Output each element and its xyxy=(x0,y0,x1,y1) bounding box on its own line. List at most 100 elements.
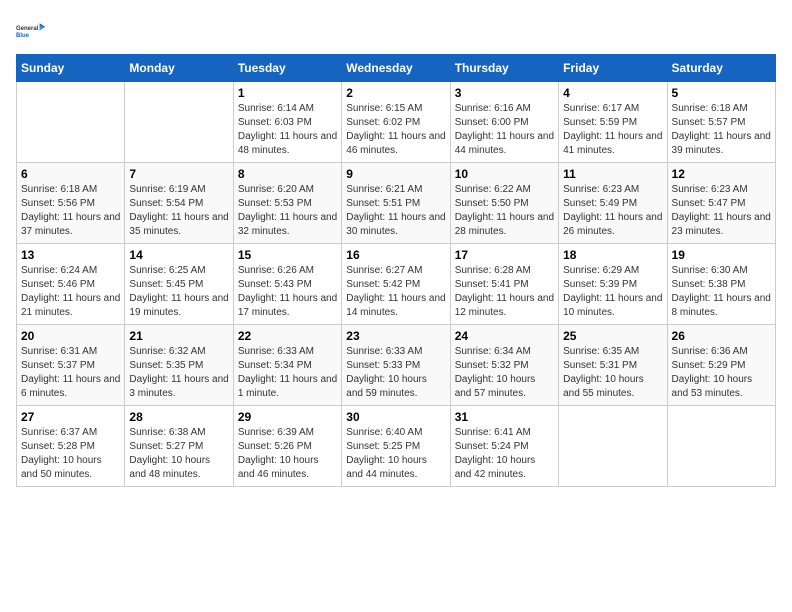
cell-day-number: 28 xyxy=(129,410,228,424)
calendar-cell xyxy=(125,82,233,163)
calendar-cell: 1Sunrise: 6:14 AMSunset: 6:03 PMDaylight… xyxy=(233,82,341,163)
cell-info: Sunrise: 6:15 AMSunset: 6:02 PMDaylight:… xyxy=(346,102,445,158)
cell-info: Sunrise: 6:25 AMSunset: 5:45 PMDaylight:… xyxy=(129,264,228,320)
calendar-cell: 3 Sunrise: 6:16 AMSunset: 6:00 PMDaylight… xyxy=(450,82,558,163)
calendar-cell: 20Sunrise: 6:31 AMSunset: 5:37 PMDayligh… xyxy=(17,325,125,406)
header: GeneralBlue xyxy=(16,16,776,46)
calendar-cell: 24 Sunrise: 6:34 AMSunset: 5:32 PMDayligh… xyxy=(450,325,558,406)
calendar-cell: 4Sunrise: 6:17 AMSunset: 5:59 PMDaylight… xyxy=(559,82,667,163)
cell-day-number: 2 xyxy=(346,86,445,100)
cell-day-number: 15 xyxy=(238,248,337,262)
weekday-header-cell: Wednesday xyxy=(342,55,450,82)
calendar-cell: 5Sunrise: 6:18 AMSunset: 5:57 PMDaylight… xyxy=(667,82,775,163)
cell-day-number: 27 xyxy=(21,410,120,424)
cell-info: Sunrise: 6:23 AMSunset: 5:47 PMDaylight:… xyxy=(672,183,771,239)
weekday-header-cell: Monday xyxy=(125,55,233,82)
cell-info: Sunrise: 6:41 AMSunset: 5:24 PMDaylight:… xyxy=(455,426,554,482)
cell-info: Sunrise: 6:30 AMSunset: 5:38 PMDaylight:… xyxy=(672,264,771,320)
calendar-cell: 30 Sunrise: 6:40 AMSunset: 5:25 PMDayligh… xyxy=(342,406,450,487)
calendar-cell: 12 Sunrise: 6:23 AMSunset: 5:47 PMDayligh… xyxy=(667,163,775,244)
calendar-cell: 19 Sunrise: 6:30 AMSunset: 5:38 PMDayligh… xyxy=(667,244,775,325)
cell-day-number: 10 xyxy=(455,167,554,181)
calendar-cell: 2 Sunrise: 6:15 AMSunset: 6:02 PMDaylight… xyxy=(342,82,450,163)
cell-day-number: 22 xyxy=(238,329,337,343)
cell-day-number: 4 xyxy=(563,86,662,100)
calendar-cell: 29 Sunrise: 6:39 AMSunset: 5:26 PMDayligh… xyxy=(233,406,341,487)
cell-day-number: 21 xyxy=(129,329,228,343)
cell-info: Sunrise: 6:38 AMSunset: 5:27 PMDaylight:… xyxy=(129,426,228,482)
cell-info: Sunrise: 6:39 AMSunset: 5:26 PMDaylight:… xyxy=(238,426,337,482)
calendar-cell: 15 Sunrise: 6:26 AMSunset: 5:43 PMDayligh… xyxy=(233,244,341,325)
cell-day-number: 30 xyxy=(346,410,445,424)
cell-day-number: 31 xyxy=(455,410,554,424)
calendar-table: SundayMondayTuesdayWednesdayThursdayFrid… xyxy=(16,54,776,487)
cell-info: Sunrise: 6:31 AMSunset: 5:37 PMDaylight:… xyxy=(21,345,120,401)
cell-info: Sunrise: 6:37 AMSunset: 5:28 PMDaylight:… xyxy=(21,426,120,482)
cell-info: Sunrise: 6:33 AMSunset: 5:34 PMDaylight:… xyxy=(238,345,337,401)
cell-day-number: 18 xyxy=(563,248,662,262)
logo-icon: GeneralBlue xyxy=(16,16,46,46)
calendar-cell: 16Sunrise: 6:27 AMSunset: 5:42 PMDayligh… xyxy=(342,244,450,325)
cell-day-number: 29 xyxy=(238,410,337,424)
calendar-week-row: 1Sunrise: 6:14 AMSunset: 6:03 PMDaylight… xyxy=(17,82,776,163)
svg-text:General: General xyxy=(16,26,39,32)
cell-info: Sunrise: 6:29 AMSunset: 5:39 PMDaylight:… xyxy=(563,264,662,320)
calendar-cell: 7 Sunrise: 6:19 AMSunset: 5:54 PMDaylight… xyxy=(125,163,233,244)
weekday-header-row: SundayMondayTuesdayWednesdayThursdayFrid… xyxy=(17,55,776,82)
calendar-cell: 25Sunrise: 6:35 AMSunset: 5:31 PMDayligh… xyxy=(559,325,667,406)
calendar-cell: 27 Sunrise: 6:37 AMSunset: 5:28 PMDayligh… xyxy=(17,406,125,487)
cell-info: Sunrise: 6:16 AMSunset: 6:00 PMDaylight:… xyxy=(455,102,554,158)
cell-info: Sunrise: 6:22 AMSunset: 5:50 PMDaylight:… xyxy=(455,183,554,239)
cell-info: Sunrise: 6:19 AMSunset: 5:54 PMDaylight:… xyxy=(129,183,228,239)
cell-day-number: 13 xyxy=(21,248,120,262)
cell-day-number: 1 xyxy=(238,86,337,100)
svg-text:Blue: Blue xyxy=(16,33,30,39)
cell-day-number: 24 xyxy=(455,329,554,343)
cell-day-number: 9 xyxy=(346,167,445,181)
logo: GeneralBlue xyxy=(16,16,46,46)
calendar-week-row: 6Sunrise: 6:18 AMSunset: 5:56 PMDaylight… xyxy=(17,163,776,244)
cell-info: Sunrise: 6:32 AMSunset: 5:35 PMDaylight:… xyxy=(129,345,228,401)
calendar-cell: 31 Sunrise: 6:41 AMSunset: 5:24 PMDayligh… xyxy=(450,406,558,487)
calendar-cell xyxy=(559,406,667,487)
weekday-header-cell: Thursday xyxy=(450,55,558,82)
calendar-cell: 10 Sunrise: 6:22 AMSunset: 5:50 PMDayligh… xyxy=(450,163,558,244)
calendar-cell: 28 Sunrise: 6:38 AMSunset: 5:27 PMDayligh… xyxy=(125,406,233,487)
cell-info: Sunrise: 6:26 AMSunset: 5:43 PMDaylight:… xyxy=(238,264,337,320)
cell-info: Sunrise: 6:21 AMSunset: 5:51 PMDaylight:… xyxy=(346,183,445,239)
cell-info: Sunrise: 6:33 AMSunset: 5:33 PMDaylight:… xyxy=(346,345,445,401)
cell-info: Sunrise: 6:20 AMSunset: 5:53 PMDaylight:… xyxy=(238,183,337,239)
calendar-cell: 9 Sunrise: 6:21 AMSunset: 5:51 PMDaylight… xyxy=(342,163,450,244)
cell-info: Sunrise: 6:24 AMSunset: 5:46 PMDaylight:… xyxy=(21,264,120,320)
cell-day-number: 7 xyxy=(129,167,228,181)
cell-day-number: 11 xyxy=(563,167,662,181)
calendar-cell: 22 Sunrise: 6:33 AMSunset: 5:34 PMDayligh… xyxy=(233,325,341,406)
cell-day-number: 12 xyxy=(672,167,771,181)
calendar-cell: 11 Sunrise: 6:23 AMSunset: 5:49 PMDayligh… xyxy=(559,163,667,244)
calendar-cell: 26Sunrise: 6:36 AMSunset: 5:29 PMDayligh… xyxy=(667,325,775,406)
calendar-cell xyxy=(667,406,775,487)
cell-day-number: 19 xyxy=(672,248,771,262)
cell-day-number: 23 xyxy=(346,329,445,343)
calendar-cell: 14 Sunrise: 6:25 AMSunset: 5:45 PMDayligh… xyxy=(125,244,233,325)
cell-day-number: 16 xyxy=(346,248,445,262)
cell-day-number: 14 xyxy=(129,248,228,262)
cell-info: Sunrise: 6:34 AMSunset: 5:32 PMDaylight:… xyxy=(455,345,554,401)
calendar-cell: 13 Sunrise: 6:24 AMSunset: 5:46 PMDayligh… xyxy=(17,244,125,325)
cell-day-number: 26 xyxy=(672,329,771,343)
weekday-header-cell: Sunday xyxy=(17,55,125,82)
calendar-week-row: 27 Sunrise: 6:37 AMSunset: 5:28 PMDayligh… xyxy=(17,406,776,487)
calendar-body: 1Sunrise: 6:14 AMSunset: 6:03 PMDaylight… xyxy=(17,82,776,487)
cell-info: Sunrise: 6:18 AMSunset: 5:56 PMDaylight:… xyxy=(21,183,120,239)
cell-info: Sunrise: 6:35 AMSunset: 5:31 PMDaylight:… xyxy=(563,345,662,401)
cell-info: Sunrise: 6:28 AMSunset: 5:41 PMDaylight:… xyxy=(455,264,554,320)
calendar-week-row: 20Sunrise: 6:31 AMSunset: 5:37 PMDayligh… xyxy=(17,325,776,406)
calendar-cell: 6Sunrise: 6:18 AMSunset: 5:56 PMDaylight… xyxy=(17,163,125,244)
cell-day-number: 17 xyxy=(455,248,554,262)
cell-day-number: 3 xyxy=(455,86,554,100)
cell-info: Sunrise: 6:23 AMSunset: 5:49 PMDaylight:… xyxy=(563,183,662,239)
calendar-week-row: 13 Sunrise: 6:24 AMSunset: 5:46 PMDayligh… xyxy=(17,244,776,325)
calendar-cell xyxy=(17,82,125,163)
cell-info: Sunrise: 6:40 AMSunset: 5:25 PMDaylight:… xyxy=(346,426,445,482)
calendar-cell: 21 Sunrise: 6:32 AMSunset: 5:35 PMDayligh… xyxy=(125,325,233,406)
